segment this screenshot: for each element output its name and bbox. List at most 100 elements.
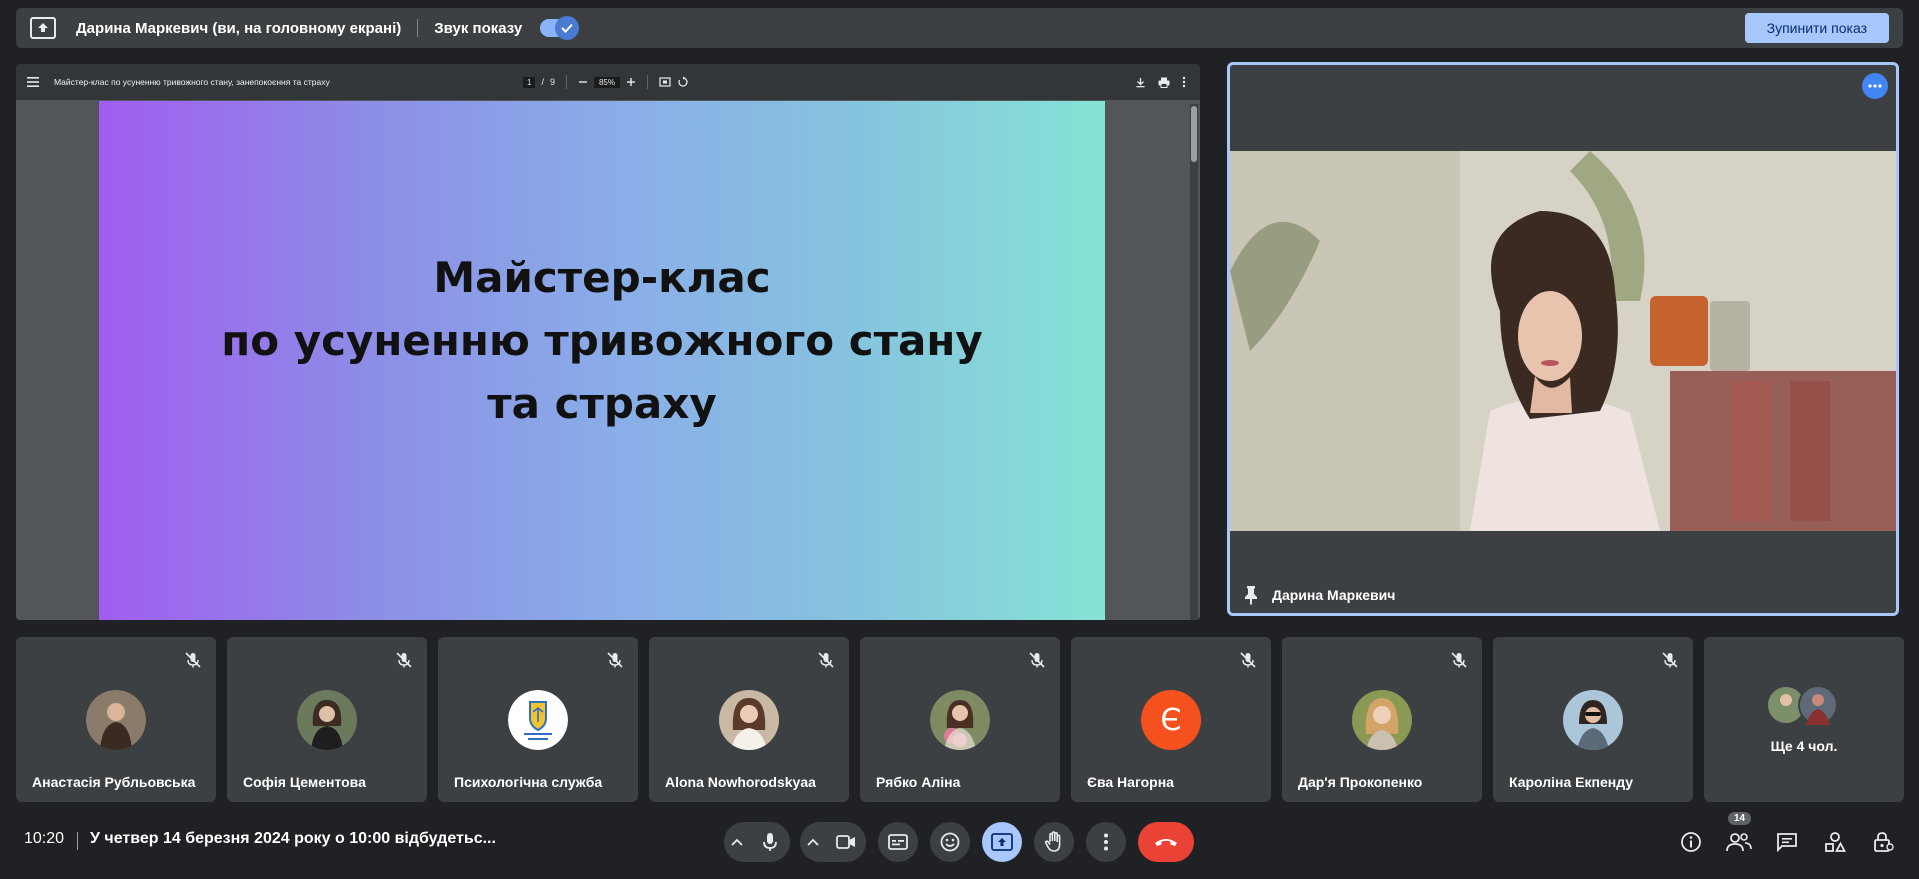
pin-icon[interactable]: [1244, 585, 1258, 605]
avatar-photo: [297, 690, 357, 750]
participant-tile[interactable]: Рябко Аліна: [860, 637, 1060, 802]
pdf-scrollbar[interactable]: [1190, 104, 1198, 620]
meeting-details-button[interactable]: [1675, 822, 1707, 862]
slide-title-line: по усуненню тривожного стану: [221, 316, 983, 365]
more-horiz-icon: [1868, 84, 1882, 88]
avatar: [297, 690, 357, 750]
microphone-button[interactable]: [750, 822, 790, 862]
host-controls-button[interactable]: [1867, 822, 1899, 862]
mini-avatars: [1766, 685, 1846, 725]
slide-title-line: та страху: [487, 379, 717, 428]
psychology-service-logo: [508, 690, 568, 750]
mic-off-icon: [607, 652, 623, 668]
download-icon[interactable]: [1135, 77, 1146, 88]
avatar: [930, 690, 990, 750]
bottom-control-bar: 10:20 У четвер 14 березня 2024 року о 10…: [0, 812, 1919, 879]
pdf-actions: [1135, 64, 1186, 100]
shared-screen-pdf-viewer: Майстер-клас по усуненню тривожного стан…: [16, 64, 1200, 620]
avatar-initial: Є: [1160, 702, 1182, 738]
meeting-tools: 14: [1675, 812, 1899, 862]
hand-icon: [1044, 831, 1061, 852]
presenter-video-tile[interactable]: Дарина Маркевич: [1227, 62, 1899, 616]
toggle-knob: [555, 16, 580, 40]
share-audio-label: Звук показу: [434, 19, 523, 37]
participant-name: Софія Цементова: [243, 774, 366, 790]
more-vert-icon: [1104, 833, 1108, 851]
present-now-button[interactable]: [982, 822, 1022, 862]
avatar: [508, 690, 568, 750]
avatar-photo: [719, 690, 779, 750]
camera-button[interactable]: [826, 822, 866, 862]
captions-button[interactable]: [878, 822, 918, 862]
participant-tile[interactable]: Є Єва Нагорна: [1071, 637, 1271, 802]
avatar-photo: [86, 690, 146, 750]
mini-avatar-group: [1766, 685, 1838, 725]
presenter-name-label: Дарина Маркевич: [1272, 587, 1396, 603]
participant-tile[interactable]: Alona Nowhorodskyaa: [649, 637, 849, 802]
emoji-icon: [940, 832, 960, 852]
participant-name: Рябко Аліна: [876, 774, 961, 790]
presenter-name: Дарина Маркевич: [1244, 585, 1395, 605]
avatar: [1352, 690, 1412, 750]
call-end-icon: [1155, 839, 1177, 846]
tile-more-options-button[interactable]: [1862, 73, 1888, 99]
fit-page-icon[interactable]: [659, 76, 671, 88]
people-button[interactable]: 14: [1723, 812, 1755, 862]
meeting-clock: 10:20: [24, 830, 65, 847]
zoom-out-icon[interactable]: [578, 77, 588, 87]
more-options-button[interactable]: [1086, 822, 1126, 862]
audio-settings-button[interactable]: [724, 822, 750, 862]
raise-hand-button[interactable]: [1034, 822, 1074, 862]
people-icon: [1726, 833, 1752, 852]
activities-button[interactable]: [1819, 822, 1851, 862]
presenting-bar: Дарина Маркевич (ви, на головному екрані…: [16, 8, 1903, 48]
mic-off-icon: [1451, 652, 1467, 668]
zoom-in-icon[interactable]: [626, 77, 636, 87]
slide-title: Майстер-клас по усуненню тривожного стан…: [221, 246, 982, 435]
participant-name: Alona Nowhorodskyaa: [665, 774, 816, 790]
participant-name: Психологічна служба: [454, 774, 603, 790]
slide-title-line: Майстер-клас: [433, 253, 771, 302]
chevron-up-icon: [731, 838, 743, 846]
participant-name: Анастасія Рубльовська: [32, 774, 196, 790]
pdf-slide-page: Майстер-клас по усуненню тривожного стан…: [99, 101, 1105, 620]
call-controls: [724, 822, 1194, 862]
participant-tile[interactable]: Кароліна Екпенду: [1493, 637, 1693, 802]
camera-control-group: [800, 822, 866, 862]
lock-person-icon: [1874, 832, 1894, 852]
participant-tile[interactable]: Психологічна служба: [438, 637, 638, 802]
share-audio-toggle[interactable]: [540, 16, 580, 40]
reactions-button[interactable]: [930, 822, 970, 862]
avatar-photo: [930, 690, 990, 750]
participant-tile[interactable]: Софія Цементова: [227, 637, 427, 802]
participant-tile[interactable]: Анастасія Рубльовська: [16, 637, 216, 802]
pdf-zoom-level[interactable]: 85%: [593, 76, 620, 88]
chat-button[interactable]: [1771, 822, 1803, 862]
menu-icon[interactable]: [26, 76, 40, 88]
present-screen-icon: [30, 17, 56, 39]
video-settings-button[interactable]: [800, 822, 826, 862]
more-participants-tile[interactable]: Ще 4 чол.: [1704, 637, 1904, 802]
more-vert-icon[interactable]: [1182, 76, 1186, 88]
mic-off-icon: [396, 652, 412, 668]
pdf-document-title: Майстер-клас по усуненню тривожного стан…: [54, 77, 330, 87]
avatar: [86, 690, 146, 750]
rotate-icon[interactable]: [677, 76, 689, 88]
avatar: [719, 690, 779, 750]
avatar-photo: [1563, 690, 1623, 750]
participant-name: Єва Нагорна: [1087, 774, 1174, 790]
scrollbar-thumb[interactable]: [1191, 106, 1197, 162]
mic-off-icon: [818, 652, 834, 668]
participant-tile[interactable]: Дар'я Прокопенко: [1282, 637, 1482, 802]
more-participants-label: Ще 4 чол.: [1770, 738, 1838, 754]
stop-presenting-button[interactable]: Зупинити показ: [1744, 13, 1889, 43]
info-icon: [1681, 832, 1701, 852]
videocam-icon: [836, 835, 855, 849]
divider: [565, 75, 567, 89]
print-icon[interactable]: [1158, 77, 1170, 88]
check-icon: [561, 23, 573, 33]
pdf-page-input[interactable]: 1: [523, 76, 536, 88]
divider: [647, 75, 648, 89]
leave-call-button[interactable]: [1138, 822, 1194, 862]
pdf-page-separator: /: [541, 77, 544, 87]
